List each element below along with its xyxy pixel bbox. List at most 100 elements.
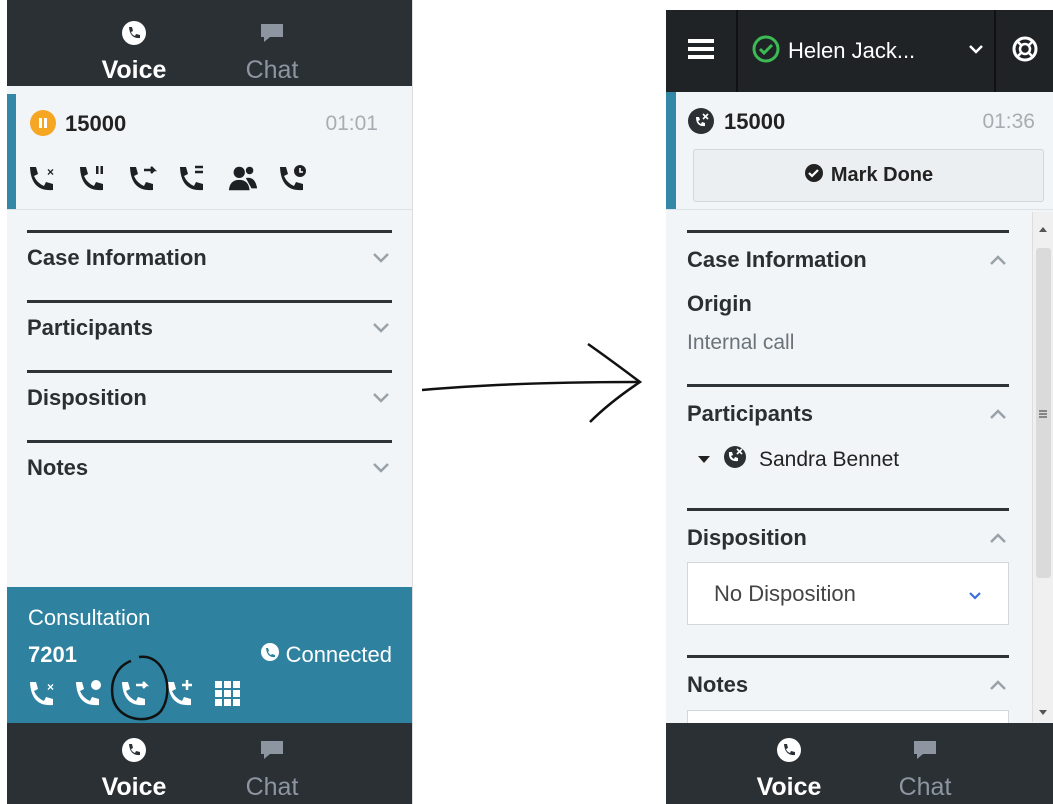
tab-chat[interactable]: Chat: [860, 723, 990, 804]
disposition-select[interactable]: No Disposition: [687, 562, 1009, 625]
transfer-call-icon[interactable]: [127, 162, 159, 194]
call-timer: 01:01: [325, 112, 378, 135]
end-call-icon[interactable]: ×: [27, 162, 59, 194]
agent-name: Helen Jack...: [788, 38, 916, 63]
consult-call-icon[interactable]: [177, 162, 209, 194]
call-ended-icon: [688, 108, 714, 134]
consultation-actions: ×: [27, 655, 243, 721]
consultation-panel: Consultation 7201 Connected ×: [7, 587, 412, 727]
on-hold-icon: [30, 110, 56, 136]
tab-voice-label: Voice: [101, 56, 167, 84]
caret-down-icon[interactable]: [697, 451, 711, 469]
svg-text:×: ×: [47, 165, 54, 179]
disposition-selected-value: No Disposition: [714, 580, 856, 606]
chevron-up-icon[interactable]: [989, 531, 1007, 549]
mark-done-label: Mark Done: [830, 164, 934, 186]
tab-chat-label: Chat: [245, 56, 299, 84]
consultation-status: Connected: [260, 642, 392, 668]
consultation-status-text: Connected: [285, 642, 392, 667]
phone-icon: [121, 737, 147, 763]
call-ended-icon: [723, 445, 747, 474]
agent-top-bar: Helen Jack...: [666, 10, 1053, 92]
check-circle-icon: [804, 163, 824, 189]
left-panel-before: Voice Chat 15000 01:01 × Case Informatio…: [7, 0, 413, 804]
participant-name: Sandra Bennet: [759, 447, 900, 471]
notes-textarea[interactable]: [687, 710, 1009, 724]
section-case-information[interactable]: Case Information: [27, 230, 392, 271]
vertical-scrollbar[interactable]: [1032, 212, 1053, 722]
section-title: Case Information: [687, 247, 867, 272]
section-notes[interactable]: Notes: [687, 655, 1009, 698]
ready-status-icon: [752, 35, 780, 68]
section-disposition[interactable]: Disposition: [27, 370, 392, 411]
top-tab-bar: Voice Chat: [7, 0, 412, 86]
right-panel-after: Helen Jack... 15000 01:36 Mark Done Case…: [666, 0, 1053, 804]
hold-call-icon[interactable]: [77, 162, 109, 194]
tab-voice[interactable]: Voice: [69, 0, 199, 86]
tab-voice-label: Voice: [101, 773, 167, 801]
chevron-down-icon[interactable]: [372, 391, 390, 409]
highlight-circle: [110, 655, 169, 721]
section-participants[interactable]: Participants Sandra Bennet: [687, 384, 1009, 474]
section-title: Participants: [27, 315, 153, 340]
svg-text:×: ×: [47, 680, 54, 694]
chevron-up-icon[interactable]: [989, 407, 1007, 425]
tab-chat[interactable]: Chat: [207, 723, 337, 804]
menu-button[interactable]: [666, 10, 738, 92]
agent-status-selector[interactable]: Helen Jack...: [738, 10, 996, 92]
hold-call-icon[interactable]: [73, 677, 105, 709]
chat-bubble-icon: [258, 20, 286, 46]
chevron-down-icon: [968, 581, 982, 607]
section-title: Case Information: [27, 245, 207, 270]
tab-voice[interactable]: Voice: [724, 723, 854, 804]
chevron-up-icon[interactable]: [989, 253, 1007, 271]
section-title: Disposition: [687, 525, 807, 550]
support-button[interactable]: [996, 10, 1053, 92]
call-actions: ×: [27, 162, 309, 194]
conference-icon[interactable]: [227, 162, 259, 194]
chevron-down-icon[interactable]: [372, 461, 390, 479]
call-number: 15000: [724, 109, 786, 134]
call-number: 15000: [65, 111, 127, 136]
call-header: 15000 01:01 ×: [7, 94, 412, 210]
consultation-title: Consultation: [28, 605, 151, 630]
section-title: Notes: [27, 455, 89, 480]
section-notes[interactable]: Notes: [27, 440, 392, 481]
section-participants[interactable]: Participants: [27, 300, 392, 341]
transfer-call-icon[interactable]: [110, 655, 169, 721]
tab-chat-label: Chat: [245, 773, 299, 801]
origin-value: Internal call: [687, 331, 795, 354]
mark-done-button[interactable]: Mark Done: [693, 149, 1044, 202]
call-accent-bar: [7, 94, 16, 209]
scroll-down-icon[interactable]: [1038, 704, 1048, 722]
section-case-information[interactable]: Case Information Origin Internal call: [687, 230, 1009, 355]
chat-bubble-icon: [911, 737, 939, 763]
phone-icon: [776, 737, 802, 763]
end-call-icon[interactable]: ×: [27, 677, 59, 709]
keypad-icon[interactable]: [211, 677, 243, 709]
section-disposition[interactable]: Disposition: [687, 508, 1009, 551]
chat-bubble-icon: [258, 737, 286, 763]
lifebuoy-icon: [1011, 35, 1039, 68]
grip-icon: [1038, 406, 1048, 424]
section-title: Disposition: [27, 385, 147, 410]
chevron-down-icon: [968, 42, 984, 60]
chevron-down-icon[interactable]: [372, 251, 390, 269]
section-title: Participants: [687, 401, 813, 426]
section-title: Notes: [687, 672, 749, 697]
tab-voice[interactable]: Voice: [69, 723, 199, 804]
tab-chat[interactable]: Chat: [207, 0, 337, 86]
chevron-down-icon[interactable]: [372, 321, 390, 339]
consultation-number: 7201: [28, 642, 77, 667]
phone-icon: [121, 20, 147, 46]
scroll-up-icon[interactable]: [1038, 220, 1048, 238]
call-accent-bar: [666, 92, 676, 209]
transition-arrow: [421, 342, 643, 423]
chevron-up-icon[interactable]: [989, 678, 1007, 696]
call-timer: 01:36: [982, 110, 1035, 133]
participant-row[interactable]: Sandra Bennet: [697, 445, 1009, 474]
tab-chat-label: Chat: [898, 773, 952, 801]
bottom-tab-bar: Voice Chat: [7, 723, 412, 804]
schedule-callback-icon[interactable]: [277, 162, 309, 194]
bottom-tab-bar: Voice Chat: [666, 723, 1053, 804]
